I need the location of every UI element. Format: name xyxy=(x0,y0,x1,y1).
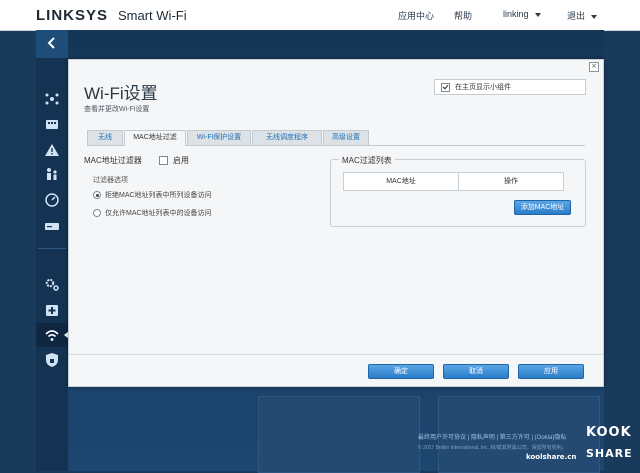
mac-filter-enable-checkbox[interactable] xyxy=(159,156,168,165)
chevron-down-icon xyxy=(591,14,598,19)
radio-deny-label: 拒绝MAC地址列表中所列设备访问 xyxy=(105,192,212,199)
tab-wireless[interactable]: 无线 xyxy=(87,130,123,145)
nav-user-menu[interactable]: linking xyxy=(503,9,541,19)
security-shield-icon[interactable] xyxy=(44,352,60,368)
tab-wireless-scheduler[interactable]: 无线调度程序 xyxy=(252,130,322,145)
show-on-home-widget: 在主页显示小组件 xyxy=(434,79,586,95)
chevron-left-icon xyxy=(47,37,55,49)
mac-list-table: MAC地址 操作 xyxy=(343,172,564,191)
network-map-icon[interactable] xyxy=(44,90,60,106)
radio-deny[interactable] xyxy=(93,191,101,199)
dialog-title: Wi-Fi设置 xyxy=(84,84,158,103)
widget-placeholder xyxy=(258,396,420,473)
nav-app-center[interactable]: 应用中心 xyxy=(398,9,434,22)
mac-filter-label: MAC地址过滤器 xyxy=(84,156,142,165)
radio-allow[interactable] xyxy=(93,209,101,217)
cancel-button[interactable]: 取消 xyxy=(443,364,509,379)
connectivity-gear-icon[interactable] xyxy=(44,276,60,292)
watermark-line1: KOOK xyxy=(586,425,632,440)
alert-triangle-icon[interactable] xyxy=(44,142,60,158)
parental-controls-icon[interactable] xyxy=(44,166,60,182)
tab-bar: 无线 MAC地址过滤 Wi-Fi保护设置 无线调度程序 高级设置 xyxy=(87,130,585,146)
watermark-line2: SHARE xyxy=(586,447,633,460)
radio-allow-label: 仅允许MAC地址列表中的设备访问 xyxy=(105,210,212,217)
back-button[interactable] xyxy=(36,30,68,58)
show-on-home-checkbox[interactable] xyxy=(441,83,450,92)
external-storage-icon[interactable] xyxy=(44,218,60,234)
wifi-settings-icon[interactable] xyxy=(44,327,60,343)
close-icon[interactable]: × xyxy=(589,62,599,72)
nav-help[interactable]: 帮助 xyxy=(454,9,472,22)
footer-copyright: © 2017 Belkin International, Inc. 和/或其附属… xyxy=(418,445,567,451)
column-header-action: 操作 xyxy=(504,178,518,185)
troubleshooting-icon[interactable] xyxy=(44,302,60,318)
product-name: Smart Wi-Fi xyxy=(118,8,187,23)
watermark-site: koolshare.cn xyxy=(526,453,577,461)
brand-logo[interactable]: LINKSYS xyxy=(36,7,108,24)
tab-advanced[interactable]: 高级设置 xyxy=(323,130,369,145)
show-on-home-label: 在主页显示小组件 xyxy=(455,84,511,91)
footer-links[interactable]: 最终用户许可协议 | 隐私声明 | 第三方许可 | (Ookla)隐私 xyxy=(418,432,566,441)
dialog-subtitle: 查看并更改Wi-Fi设置 xyxy=(84,106,150,113)
chevron-down-icon xyxy=(534,12,541,17)
filter-options-label: 过滤器选项 xyxy=(93,177,128,184)
mac-filter-list-panel: MAC过滤列表 MAC地址 操作 添加MAC地址 xyxy=(330,155,586,227)
mac-list-title: MAC过滤列表 xyxy=(339,155,395,166)
tab-wps[interactable]: Wi-Fi保护设置 xyxy=(187,130,251,145)
logout-label: 退出 xyxy=(567,11,586,21)
apply-button[interactable]: 应用 xyxy=(518,364,584,379)
top-bar: LINKSYS Smart Wi-Fi 应用中心 帮助 linking 退出 xyxy=(0,0,640,31)
tab-mac-filter[interactable]: MAC地址过滤 xyxy=(124,130,186,146)
column-header-mac: MAC地址 xyxy=(386,178,416,185)
user-name: linking xyxy=(503,9,529,19)
mac-filter-enable-label: 启用 xyxy=(173,156,189,165)
dialog-footer: 确定 取消 应用 xyxy=(69,354,603,387)
ok-button[interactable]: 确定 xyxy=(368,364,434,379)
koolshare-watermark: KOOK SHARE koolshare.cn xyxy=(526,425,638,465)
media-prioritization-icon[interactable] xyxy=(44,116,60,132)
sidebar-divider xyxy=(38,248,66,249)
speed-test-icon[interactable] xyxy=(44,192,60,208)
wifi-settings-dialog: × Wi-Fi设置 查看并更改Wi-Fi设置 在主页显示小组件 无线 MAC地址… xyxy=(68,59,604,387)
nav-logout-menu[interactable]: 退出 xyxy=(567,9,598,22)
add-mac-address-button[interactable]: 添加MAC地址 xyxy=(514,200,571,215)
